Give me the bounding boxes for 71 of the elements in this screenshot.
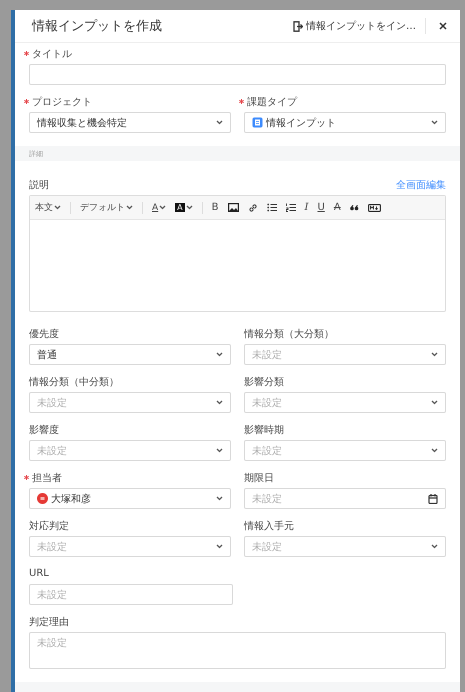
field-label: タイトル — [32, 48, 72, 60]
bold-button[interactable]: B — [212, 202, 219, 213]
avatar-icon — [37, 493, 48, 504]
caret-icon — [431, 448, 438, 453]
select-field[interactable]: 大塚和彦 — [29, 488, 231, 509]
caret-icon — [431, 400, 438, 405]
field-label: 情報分類（大分類） — [244, 328, 334, 340]
numbered-list-icon — [286, 203, 296, 212]
caret-icon — [431, 544, 438, 549]
field-placeholder: 未設定 — [252, 396, 282, 410]
field-value: 普通 — [37, 348, 57, 362]
image-icon — [228, 203, 239, 212]
import-button[interactable]: 情報インプットをイン… — [290, 17, 419, 35]
document-icon — [252, 117, 263, 128]
field-label: 優先度 — [29, 328, 59, 340]
calendar-icon — [428, 494, 438, 504]
markdown-icon — [368, 204, 381, 212]
text-style-dropdown[interactable]: 本文 — [35, 201, 61, 214]
bullet-list-icon — [266, 203, 277, 212]
strikethrough-button[interactable]: A — [334, 202, 341, 213]
field-placeholder: 未設定 — [37, 588, 67, 602]
caret-icon — [216, 400, 223, 405]
caret-icon — [186, 205, 193, 210]
field-label: 担当者 — [32, 472, 62, 484]
field-label: 説明 — [29, 178, 49, 192]
field-label: 対応判定 — [29, 520, 69, 532]
link-icon — [248, 202, 258, 212]
caret-icon — [126, 205, 133, 210]
field-label: プロジェクト — [32, 96, 92, 108]
field-placeholder: 未設定 — [252, 540, 282, 554]
text-color-button[interactable]: A — [152, 202, 166, 212]
close-icon — [439, 22, 447, 30]
select-field[interactable]: 情報インプット — [244, 112, 446, 133]
caret-icon — [159, 205, 166, 210]
caret-icon — [54, 205, 61, 210]
underline-button[interactable]: U — [317, 202, 325, 213]
field-label: 期限日 — [244, 472, 274, 484]
field-label: 影響分類 — [244, 376, 284, 388]
field-placeholder: 未設定 — [252, 348, 282, 362]
field-label: 情報入手元 — [244, 520, 294, 532]
select-field[interactable]: 情報収集と機会特定 — [29, 112, 231, 133]
field-label: 影響時期 — [244, 424, 284, 436]
caret-icon — [216, 496, 223, 501]
text-style-dropdown[interactable]: デフォルト — [80, 201, 133, 214]
italic-button[interactable]: I — [304, 202, 308, 213]
field-label: 情報分類（中分類） — [29, 376, 119, 388]
field-label: 影響度 — [29, 424, 59, 436]
caret-icon — [216, 448, 223, 453]
field-placeholder: 未設定 — [252, 444, 282, 458]
description-editor[interactable]: 本文 デフォルト A A B I U A — [29, 195, 446, 312]
quote-icon — [350, 204, 359, 210]
caret-icon — [216, 352, 223, 357]
caret-icon — [216, 544, 223, 549]
field-value: 情報インプット — [266, 116, 336, 130]
field-value: 大塚和彦 — [51, 492, 91, 506]
field-placeholder: 未設定 — [37, 396, 67, 410]
caret-icon — [431, 352, 438, 357]
field-value: 情報収集と機会特定 — [37, 116, 127, 130]
select-field[interactable]: 普通 — [29, 344, 231, 365]
field-label: 課題タイプ — [247, 96, 297, 108]
field-placeholder: 未設定 — [252, 492, 282, 506]
import-icon — [293, 20, 303, 32]
caret-icon — [216, 120, 223, 125]
field-placeholder: 未設定 — [37, 540, 67, 554]
caret-icon — [431, 120, 438, 125]
field-placeholder: 未設定 — [37, 444, 67, 458]
field-placeholder: 未設定 — [37, 636, 67, 650]
title-input-field[interactable] — [29, 64, 446, 85]
field-label: 判定理由 — [29, 616, 69, 628]
field-label: URL — [29, 568, 49, 579]
dialog-title: 情報インプットを作成 — [32, 18, 163, 35]
